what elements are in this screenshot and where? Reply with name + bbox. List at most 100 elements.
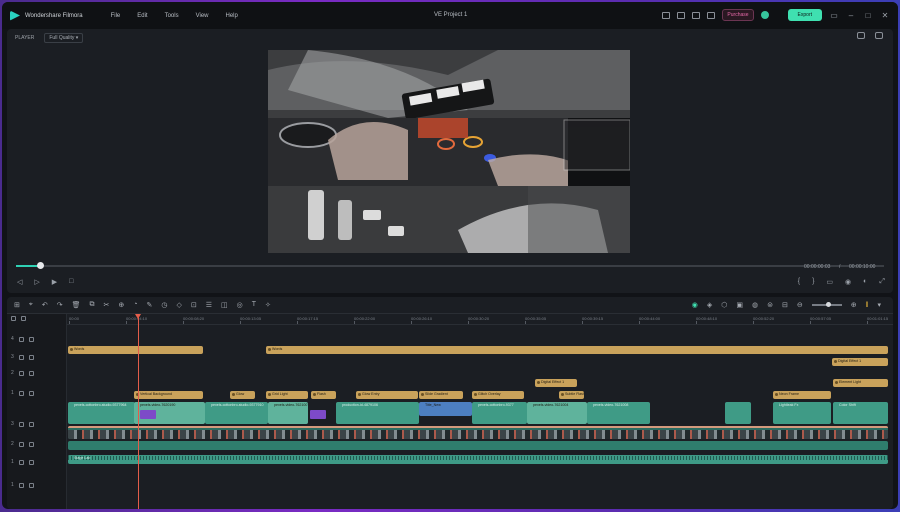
layout-icon[interactable]: ▭: [829, 11, 839, 20]
video-clip[interactable]: Lightleak Fx: [773, 402, 831, 424]
lock-icon[interactable]: [18, 336, 24, 342]
eye-icon[interactable]: [28, 482, 34, 488]
zoom-slider[interactable]: [811, 302, 842, 307]
timeline-ruler[interactable]: 00:0000:00:04:1000:00:08:2000:00:13:0500…: [67, 314, 893, 325]
beat-icon[interactable]: ▣: [736, 301, 743, 309]
playback-scrubber[interactable]: [16, 262, 884, 269]
snapshot-icon[interactable]: [857, 32, 865, 39]
lock-icon[interactable]: [18, 459, 24, 465]
grid-icon[interactable]: [707, 11, 716, 19]
video-clip[interactable]: pexels-cottonbro-studio-9377910: [205, 402, 268, 424]
monitor-icon[interactable]: [662, 11, 671, 19]
audio-clip[interactable]: Stage Lab: [68, 455, 888, 464]
title-clip[interactable]: Words: [266, 346, 888, 354]
prev-frame-icon[interactable]: ◁: [17, 278, 22, 286]
close-icon[interactable]: ✕: [880, 11, 890, 20]
menu-help[interactable]: Help: [226, 13, 238, 19]
minimize-icon[interactable]: –: [846, 11, 856, 20]
shield-icon[interactable]: ⬡: [721, 301, 727, 309]
delete-icon[interactable]: 🗑: [72, 301, 81, 309]
video-filmstrip-clip[interactable]: [68, 426, 888, 439]
color-icon[interactable]: ◫: [221, 301, 228, 309]
effect-clip[interactable]: Vertical Background: [134, 391, 203, 399]
volume-icon[interactable]: ◐: [863, 278, 867, 286]
eye-icon[interactable]: [28, 336, 34, 342]
menu-edit[interactable]: Edit: [137, 13, 147, 19]
speed-icon[interactable]: ◷: [161, 301, 167, 309]
effect-clip[interactable]: Flash: [311, 391, 336, 399]
effect-clip[interactable]: Glow: [230, 391, 255, 399]
lock-icon[interactable]: [18, 441, 24, 447]
voice-icon[interactable]: ◍: [752, 301, 758, 309]
sticker-clip[interactable]: Element Light: [833, 379, 888, 387]
adjust-icon[interactable]: ☰: [206, 301, 212, 309]
video-clip[interactable]: pexels-video-7621004: [527, 402, 587, 424]
video-clip[interactable]: Color Shift: [833, 402, 888, 424]
zoom-out-icon[interactable]: ⊖: [797, 301, 803, 309]
lock-icon[interactable]: [18, 370, 24, 376]
save-icon[interactable]: [677, 11, 686, 19]
export-button[interactable]: Export: [787, 9, 822, 21]
zoom-in-icon[interactable]: ⊕: [851, 301, 857, 309]
stabilize-icon[interactable]: ◎: [237, 301, 243, 309]
video-clip[interactable]: pexels-video-7621008: [587, 402, 650, 424]
link-icon[interactable]: [21, 316, 26, 321]
text-icon[interactable]: T: [252, 301, 256, 309]
lock-icon[interactable]: [18, 421, 24, 427]
video-clip[interactable]: [725, 402, 751, 424]
effect-clip[interactable]: Glow Entry: [356, 391, 418, 399]
video-clip[interactable]: production-id-4879106: [336, 402, 419, 424]
video-clip[interactable]: pexels-cottonbro-studio-9377964: [68, 402, 135, 424]
effect-clip[interactable]: Neon Frame: [773, 391, 831, 399]
split-icon[interactable]: ⧉: [89, 301, 94, 309]
zoom-clip-icon[interactable]: ⊕: [118, 301, 124, 309]
playhead[interactable]: [135, 314, 141, 509]
eye-icon[interactable]: [28, 441, 34, 447]
eye-icon[interactable]: [28, 354, 34, 360]
view-icon[interactable]: [875, 32, 883, 39]
layout-grid-icon[interactable]: ⊞: [14, 301, 20, 309]
video-clip[interactable]: pexels-video-7621007: [268, 402, 308, 424]
title-clip[interactable]: Words: [68, 346, 203, 354]
audio-mix-icon[interactable]: ⊜: [767, 301, 773, 309]
crop-icon[interactable]: ⊡: [191, 301, 197, 309]
play-icon[interactable]: ▶: [52, 278, 57, 286]
menu-view[interactable]: View: [196, 13, 209, 19]
quality-dropdown[interactable]: Full Quality ▾: [44, 33, 84, 43]
purchase-button[interactable]: Purchase: [722, 9, 754, 21]
video-clip[interactable]: Title_New: [419, 402, 472, 416]
background-video-clip[interactable]: [68, 441, 888, 450]
mask-icon[interactable]: ◔: [133, 301, 137, 309]
display-icon[interactable]: ▭: [826, 278, 833, 286]
eye-icon[interactable]: [28, 421, 34, 427]
maximize-icon[interactable]: □: [863, 11, 873, 20]
lock-icon[interactable]: [18, 390, 24, 396]
keyframe-icon[interactable]: ◇: [176, 301, 181, 309]
eye-icon[interactable]: [28, 459, 34, 465]
video-preview[interactable]: [268, 50, 630, 253]
eye-icon[interactable]: [28, 370, 34, 376]
menu-tools[interactable]: Tools: [165, 13, 179, 19]
level-meter-icon[interactable]: ‖: [866, 302, 869, 309]
effect-clip[interactable]: Subtle Flash: [559, 391, 584, 399]
ai-icon[interactable]: ✧: [265, 301, 271, 309]
lock-icon[interactable]: [18, 482, 24, 488]
avatar[interactable]: [760, 11, 769, 19]
menu-file[interactable]: File: [111, 13, 121, 19]
redo-icon[interactable]: ↷: [57, 301, 63, 309]
effect-clip[interactable]: Glitch Overlay: [472, 391, 524, 399]
marker-icon[interactable]: ◈: [707, 301, 712, 309]
cloud-icon[interactable]: [692, 11, 701, 19]
play-back-icon[interactable]: ▷: [34, 278, 39, 286]
cut-icon[interactable]: ✂: [103, 301, 109, 309]
edit-icon[interactable]: ✎: [146, 301, 152, 309]
eye-icon[interactable]: [28, 390, 34, 396]
fullscreen-icon[interactable]: ⤢: [879, 278, 885, 286]
effect-clip[interactable]: Grid Light: [266, 391, 308, 399]
add-track-icon[interactable]: [11, 316, 16, 321]
lock-icon[interactable]: [18, 354, 24, 360]
scrubber-handle[interactable]: [37, 262, 45, 269]
camera-icon[interactable]: ◉: [845, 278, 851, 286]
video-clip[interactable]: pexels-cottonbro-9377: [472, 402, 527, 424]
snap-toggle-icon[interactable]: ◉: [692, 301, 698, 309]
